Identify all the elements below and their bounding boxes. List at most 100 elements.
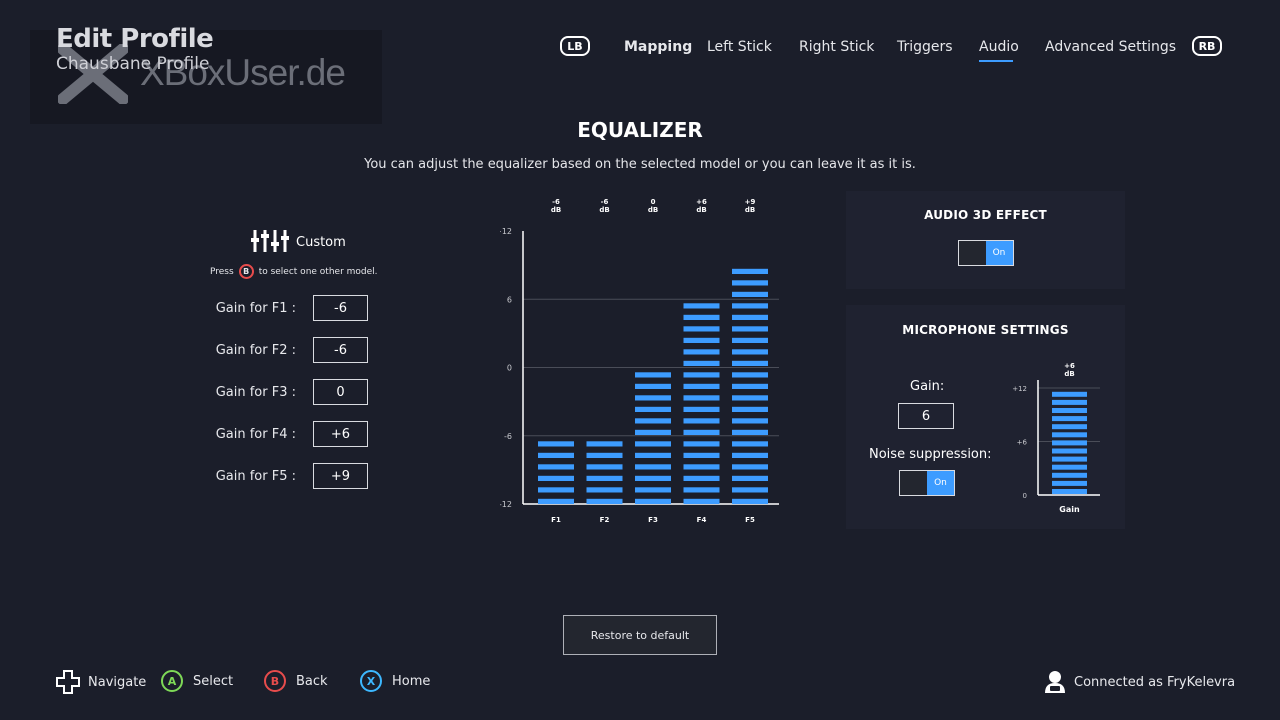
bar-segment [1052,456,1087,462]
user-icon [1045,671,1065,693]
bar-top-unit: dB [1064,370,1074,378]
toggle-on-segment: On [927,471,954,495]
tab-triggers[interactable]: Triggers [897,39,953,55]
bar-segment [586,475,623,481]
y-tick-label: +12 [500,227,512,236]
b-button-letter: B [270,674,280,688]
x-tick-label: Gain [1059,505,1080,514]
home-label: Home [392,673,431,689]
gain-f2-input[interactable]: -6 [313,337,368,363]
y-tick-label: +6 [1017,439,1028,447]
bar-segment [683,441,720,447]
gain-f1-label: Gain for F1 : [215,301,296,316]
bar-segment [683,452,720,458]
bar-segment [635,372,671,378]
gain-f1-input[interactable]: -6 [313,295,368,321]
bar-top-value: +6 [1064,362,1075,370]
bar-segment [683,349,720,355]
bar-segment [732,395,768,401]
preset-name: Custom [296,235,346,250]
bar-segment [683,326,720,332]
a-button-letter: A [167,674,177,688]
select-label: Select [193,673,234,689]
bar-top-unit: dB [551,206,561,214]
gain-f2-label: Gain for F2 : [215,343,296,358]
gain-f3-input[interactable]: 0 [313,379,368,405]
equalizer-description: You can adjust the equalizer based on th… [364,157,916,172]
equalizer-title: EQUALIZER [577,118,703,142]
noise-suppression-toggle[interactable]: On [899,470,955,496]
bar-segment [586,464,623,470]
bar-segment [732,383,768,389]
bar-segment [538,452,574,458]
bar-segment [683,337,720,343]
bar-segment [683,429,720,435]
bar-segment [732,498,768,504]
bar-segment [1052,432,1087,438]
x-tick-label: F1 [551,516,561,524]
bar-segment [586,487,623,493]
bar-segment [732,360,768,366]
bar-segment [1052,489,1087,494]
bar-segment [732,337,768,343]
bar-segment [1052,440,1087,446]
back-label: Back [296,673,328,689]
bar-segment [635,464,671,470]
bar-segment [732,291,768,297]
bar-top-value: +6 [696,198,707,206]
gain-f5-input[interactable]: +9 [313,463,368,489]
profile-name: Chausbane Profile [56,54,210,74]
gain-f4-input[interactable]: +6 [313,421,368,447]
rb-bumper-icon[interactable]: RB [1192,36,1222,56]
footer-home[interactable]: X Home [360,670,430,692]
lb-bumper-icon[interactable]: LB [560,36,590,56]
y-tick-label: -6 [504,432,512,441]
tab-mapping[interactable]: Mapping [624,39,692,55]
bar-segment [635,395,671,401]
bar-segment [683,314,720,320]
bar-segment [635,406,671,412]
bar-segment [586,498,623,504]
mic-gain-input[interactable]: 6 [898,403,954,429]
mic-gain-chart: +12+60+6dBGain [1012,362,1100,514]
mic-gain-bar [1052,391,1087,494]
b-button-icon: B [264,670,286,692]
restore-default-button[interactable]: Restore to default [563,615,717,655]
bar-segment [1052,472,1087,478]
toggle-off-segment [900,471,927,495]
bar-segment [1052,448,1087,454]
eq-bar-f1 [538,441,574,504]
x-button-letter: X [366,674,376,688]
preset-hint: Press B to select one other model. [210,264,378,279]
gain-f4-label: Gain for F4 : [215,427,296,442]
active-tab-indicator [979,60,1013,62]
footer-select[interactable]: A Select [161,670,233,692]
bar-segment [1052,408,1087,413]
footer-back[interactable]: B Back [264,670,328,692]
tab-left-stick[interactable]: Left Stick [707,39,772,55]
bar-segment [732,452,768,458]
bar-segment [683,418,720,424]
x-tick-label: F4 [697,516,707,524]
b-button-letter: B [243,267,250,276]
x-button-icon: X [360,670,382,692]
bar-segment [1052,480,1087,486]
mic-gain-label: Gain: [910,379,945,394]
lb-label: LB [567,39,583,53]
bar-segment [1052,399,1087,405]
tab-advanced-settings[interactable]: Advanced Settings [1045,39,1176,55]
tab-audio[interactable]: Audio [979,39,1019,55]
bar-segment [635,498,671,504]
bar-segment [683,464,720,470]
a-button-icon: A [161,670,183,692]
bar-segment [1052,424,1087,430]
press-prefix: Press [210,266,234,277]
bar-segment [635,429,671,435]
bar-top-unit: dB [599,206,609,214]
audio-3d-toggle[interactable]: On [957,240,1014,266]
tab-right-stick[interactable]: Right Stick [799,39,874,55]
footer-navigate: Navigate [56,670,146,694]
bar-segment [538,498,574,504]
bar-top-value: -6 [552,198,560,206]
microphone-title: MICROPHONE SETTINGS [902,323,1069,337]
